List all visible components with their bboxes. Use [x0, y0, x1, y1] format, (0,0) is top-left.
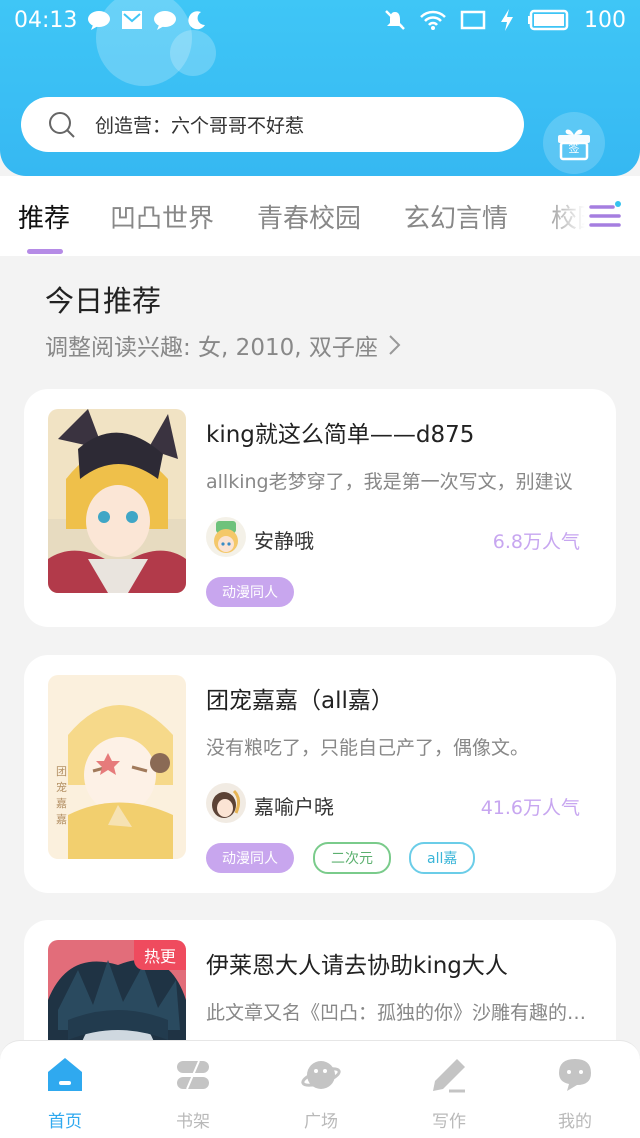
- status-bar: 04:13 100: [0, 0, 640, 40]
- home-icon: [48, 1058, 82, 1091]
- menu-icon[interactable]: [589, 200, 621, 232]
- nav-bookshelf-label: 书架: [176, 1112, 210, 1132]
- profile-chat-icon: [559, 1059, 591, 1091]
- category-tabs: 推荐 凹凸世界 青春校园 玄幻言情 校园: [0, 176, 640, 256]
- app-header: 04:13 100 创造营：六个哥哥不好惹 签: [0, 0, 640, 176]
- nav-plaza[interactable]: 广场: [276, 1055, 366, 1132]
- chevron-right-icon: [389, 335, 401, 355]
- wifi-icon: [420, 10, 446, 30]
- popularity-count: 6.8万人气: [492, 531, 580, 553]
- battery-icon: [528, 9, 569, 31]
- author-name[interactable]: 嘉喻户晓: [254, 791, 334, 820]
- battery-level: 100: [584, 7, 626, 33]
- chat-bubble-icon: [88, 11, 111, 30]
- screen-icon: [460, 10, 486, 30]
- search-input[interactable]: 创造营：六个哥哥不好惹: [95, 111, 304, 138]
- book-cover: 团 宠 嘉 嘉: [48, 675, 186, 859]
- charging-icon: [501, 9, 513, 31]
- book-description: allking老梦穿了，我是第一次写文，别建议: [206, 471, 573, 493]
- book-title[interactable]: king就这么简单——d875: [206, 415, 474, 449]
- book-description: 没有粮吃了，只能自己产了，偶像文。: [206, 737, 530, 759]
- hot-update-badge: 热更: [133, 940, 186, 970]
- book-title[interactable]: 团宠嘉嘉（all嘉）: [206, 681, 394, 715]
- nav-write-label: 写作: [432, 1112, 466, 1132]
- pen-icon: [433, 1059, 465, 1093]
- svg-text:嘉: 嘉: [56, 796, 67, 810]
- section-title: 今日推荐: [45, 284, 162, 318]
- author-avatar[interactable]: [206, 783, 246, 823]
- bottom-navigation: 首页 书架 广场 写作 我的: [0, 1040, 640, 1138]
- chat-bubble-icon: [154, 11, 177, 30]
- mute-icon: [385, 10, 405, 30]
- nav-plaza-label: 广场: [304, 1112, 338, 1132]
- nav-write[interactable]: 写作: [404, 1055, 494, 1132]
- book-title[interactable]: 伊莱恩大人请去协助king大人: [206, 946, 508, 980]
- genre-tag[interactable]: 二次元: [313, 842, 391, 874]
- mail-icon: [122, 11, 143, 29]
- genre-tag[interactable]: all嘉: [409, 842, 476, 874]
- nav-profile[interactable]: 我的: [530, 1055, 620, 1132]
- popularity-count: 41.6万人气: [480, 797, 580, 819]
- tab-fantasy-romance[interactable]: 玄幻言情: [404, 198, 508, 235]
- bookshelf-icon: [177, 1060, 209, 1090]
- reading-interest-link[interactable]: 调整阅读兴趣: 女, 2010, 双子座: [45, 328, 402, 362]
- search-icon: [49, 111, 75, 138]
- author-avatar[interactable]: [206, 517, 246, 557]
- author-name[interactable]: 安静哦: [254, 525, 314, 554]
- moon-icon: [188, 11, 206, 30]
- svg-text:嘉: 嘉: [56, 812, 67, 826]
- nav-home-label: 首页: [48, 1112, 82, 1132]
- status-time: 04:13: [14, 7, 78, 33]
- genre-tag[interactable]: 动漫同人: [206, 577, 294, 607]
- book-card[interactable]: king就这么简单——d875 allking老梦穿了，我是第一次写文，别建议 …: [24, 389, 616, 627]
- svg-text:团: 团: [56, 765, 67, 778]
- nav-profile-label: 我的: [558, 1112, 592, 1132]
- nav-home[interactable]: 首页: [20, 1055, 110, 1132]
- book-card[interactable]: 团 宠 嘉 嘉 团宠嘉嘉（all嘉） 没有粮吃了，只能自己产了，偶像文。 嘉喻户…: [24, 655, 616, 893]
- sign-in-gift-button[interactable]: 签: [543, 112, 605, 174]
- sign-in-label: 签: [568, 142, 580, 155]
- genre-tag[interactable]: 动漫同人: [206, 843, 294, 873]
- nav-bookshelf[interactable]: 书架: [148, 1055, 238, 1132]
- tab-youth-campus[interactable]: 青春校园: [257, 198, 361, 235]
- tab-recommend[interactable]: 推荐: [18, 198, 70, 235]
- active-tab-indicator: [27, 249, 63, 254]
- book-description: 此文章又名《凹凸：孤独的你》沙雕有趣的故事: [206, 1002, 590, 1024]
- svg-text:宠: 宠: [56, 780, 67, 794]
- book-cover: [48, 409, 186, 593]
- reading-interest-text: 调整阅读兴趣: 女, 2010, 双子座: [45, 335, 378, 361]
- tab-aotu-world[interactable]: 凹凸世界: [110, 198, 214, 235]
- planet-icon: [301, 1061, 341, 1089]
- search-bar[interactable]: 创造营：六个哥哥不好惹: [21, 97, 524, 152]
